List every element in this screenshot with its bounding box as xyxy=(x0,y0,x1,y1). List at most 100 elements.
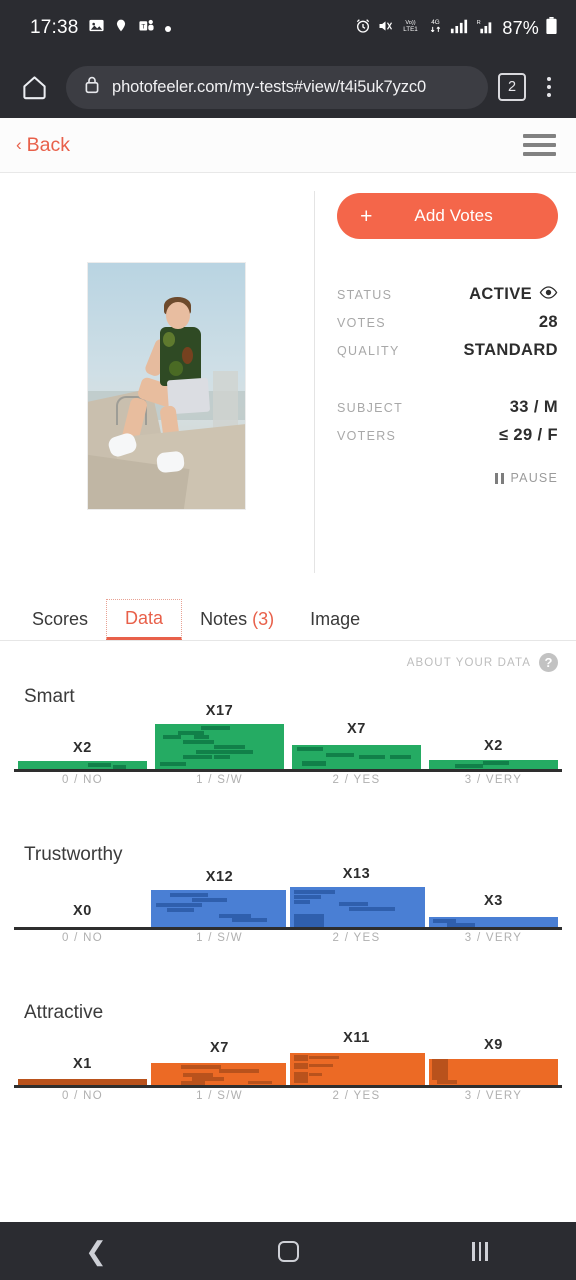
hamburger-icon[interactable] xyxy=(523,134,556,156)
tick-label: 3 / VERY xyxy=(464,1090,523,1102)
svg-text:Vo)): Vo)) xyxy=(406,20,416,26)
table-row[interactable] xyxy=(151,890,286,927)
pause-label: PAUSE xyxy=(510,471,558,485)
browser-toolbar: photofeeler.com/my-tests#view/t4i5uk7yzc… xyxy=(0,56,576,118)
stat-key: SUBJECT xyxy=(337,401,404,415)
eye-icon[interactable] xyxy=(539,285,558,304)
stat-row-quality: QUALITY STANDARD xyxy=(337,341,558,360)
chart-axis xyxy=(14,927,562,930)
bar-group: X1 X7 X11 X9 xyxy=(14,1029,562,1085)
stat-value: ACTIVE xyxy=(469,285,558,304)
tick-label: 1 / S/W xyxy=(196,774,243,786)
chevron-left-icon: ‹ xyxy=(16,135,22,154)
tab-bar: Scores Data Notes (3) Image xyxy=(0,599,576,641)
home-icon[interactable] xyxy=(12,65,56,109)
dot-icon xyxy=(164,19,171,37)
alarm-icon xyxy=(355,18,371,39)
bar-slot: X13 xyxy=(288,866,425,927)
nav-home-icon[interactable] xyxy=(253,1229,323,1273)
tab-scores[interactable]: Scores xyxy=(14,601,106,640)
test-photo[interactable] xyxy=(87,263,245,509)
page-content: + Add Votes STATUS ACTIVE VOTES 28 QUALI… xyxy=(0,173,576,1222)
volte-icon: Vo)) LTE1 xyxy=(400,17,421,39)
bar-value-label: X7 xyxy=(210,1040,229,1056)
stat-key: QUALITY xyxy=(337,344,400,358)
stat-value: 28 xyxy=(538,313,558,331)
table-row[interactable] xyxy=(429,760,558,769)
stat-value: 33 / M xyxy=(509,398,558,416)
tick-label: 2 / YES xyxy=(332,1090,381,1102)
status-bar-left: 17:38 T xyxy=(30,17,171,39)
bar-slot: X0 xyxy=(14,871,151,927)
add-votes-button[interactable]: + Add Votes xyxy=(337,193,558,239)
tab-notes[interactable]: Notes (3) xyxy=(182,601,292,640)
bar-value-label: X12 xyxy=(205,869,234,885)
plus-icon: + xyxy=(360,204,373,228)
table-row[interactable] xyxy=(429,917,558,927)
chart-title: Smart xyxy=(24,686,75,707)
bar-slot: X11 xyxy=(288,1029,425,1085)
tab-image[interactable]: Image xyxy=(292,601,378,640)
bar-slot: X12 xyxy=(151,869,288,927)
about-your-data-row[interactable]: ABOUT YOUR DATA ? xyxy=(0,641,576,672)
nav-recents-icon[interactable] xyxy=(445,1229,515,1273)
chart-plot: X1 X7 X11 X9 0 / NO 1 / S/W 2 / YES 3 / … xyxy=(14,1029,562,1110)
chart-tick-labels: 0 / NO 1 / S/W 2 / YES 3 / VERY xyxy=(14,774,562,794)
status-value-label: ACTIVE xyxy=(469,285,532,303)
bar-value-label: X3 xyxy=(484,893,503,909)
tab-notes-count: (3) xyxy=(252,609,275,629)
bar-value-label: X17 xyxy=(205,703,234,719)
stat-key: VOTES xyxy=(337,316,386,330)
svg-text:4G: 4G xyxy=(432,19,441,26)
teams-icon: T xyxy=(137,17,156,39)
test-summary-panel: + Add Votes STATUS ACTIVE VOTES 28 QUALI… xyxy=(0,173,576,573)
stat-key: STATUS xyxy=(337,288,393,302)
bar-value-label: X9 xyxy=(484,1037,503,1053)
tick-label: 0 / NO xyxy=(61,1090,104,1102)
tick-label: 2 / YES xyxy=(332,932,381,944)
signal-roaming-icon: R xyxy=(474,18,494,39)
lock-icon xyxy=(84,75,100,99)
chart-title: Trustworthy xyxy=(24,844,123,865)
bar-value-label: X2 xyxy=(73,740,92,756)
kebab-menu-icon[interactable] xyxy=(536,72,562,102)
chart-axis xyxy=(14,769,562,772)
tab-count-button[interactable]: 2 xyxy=(498,73,526,101)
table-row[interactable] xyxy=(290,1053,425,1085)
table-row[interactable] xyxy=(151,1063,286,1085)
pause-button[interactable]: PAUSE xyxy=(337,471,558,485)
phone-screen: 17:38 T Vo)) LTE1 4G R 87% photofeeler.c… xyxy=(0,0,576,1280)
table-row[interactable] xyxy=(290,887,425,927)
tab-data[interactable]: Data xyxy=(106,599,183,640)
bar-value-label: X1 xyxy=(73,1056,92,1072)
battery-icon xyxy=(545,17,558,39)
back-button[interactable]: ‹ Back xyxy=(16,134,70,157)
clock-label: 17:38 xyxy=(30,17,79,38)
question-mark-icon[interactable]: ? xyxy=(539,653,558,672)
android-status-bar: 17:38 T Vo)) LTE1 4G R 87% xyxy=(0,0,576,56)
status-bar-right: Vo)) LTE1 4G R 87% xyxy=(355,17,558,39)
bar-value-label: X13 xyxy=(342,866,371,882)
bar-slot: X2 xyxy=(14,713,151,769)
nav-back-icon[interactable]: ❮ xyxy=(61,1229,131,1273)
mute-icon xyxy=(377,18,394,39)
stat-row-status: STATUS ACTIVE xyxy=(337,285,558,304)
pause-icon xyxy=(495,472,504,484)
url-bar[interactable]: photofeeler.com/my-tests#view/t4i5uk7yzc… xyxy=(66,65,488,109)
4g-icon: 4G xyxy=(427,17,444,39)
back-label: Back xyxy=(26,133,71,156)
svg-text:LTE1: LTE1 xyxy=(404,26,419,33)
bar-slot: X1 xyxy=(14,1029,151,1085)
bar-slot: X7 xyxy=(288,713,425,769)
table-row[interactable] xyxy=(18,761,147,769)
table-row[interactable] xyxy=(292,745,421,769)
stat-row-subject: SUBJECT 33 / M xyxy=(337,398,558,417)
tick-label: 3 / VERY xyxy=(464,774,523,786)
stats-list: STATUS ACTIVE VOTES 28 QUALITY STANDARD … xyxy=(337,285,558,445)
bar-value-label: X2 xyxy=(484,738,503,754)
stats-column: + Add Votes STATUS ACTIVE VOTES 28 QUALI… xyxy=(315,191,558,573)
table-row[interactable] xyxy=(155,724,284,769)
chart-smart: Smart X2 X17 X7 X2 0 / NO 1 / S/W 2 / YE… xyxy=(0,686,576,794)
table-row[interactable] xyxy=(429,1059,558,1085)
chart-tick-labels: 0 / NO 1 / S/W 2 / YES 3 / VERY xyxy=(14,1090,562,1110)
